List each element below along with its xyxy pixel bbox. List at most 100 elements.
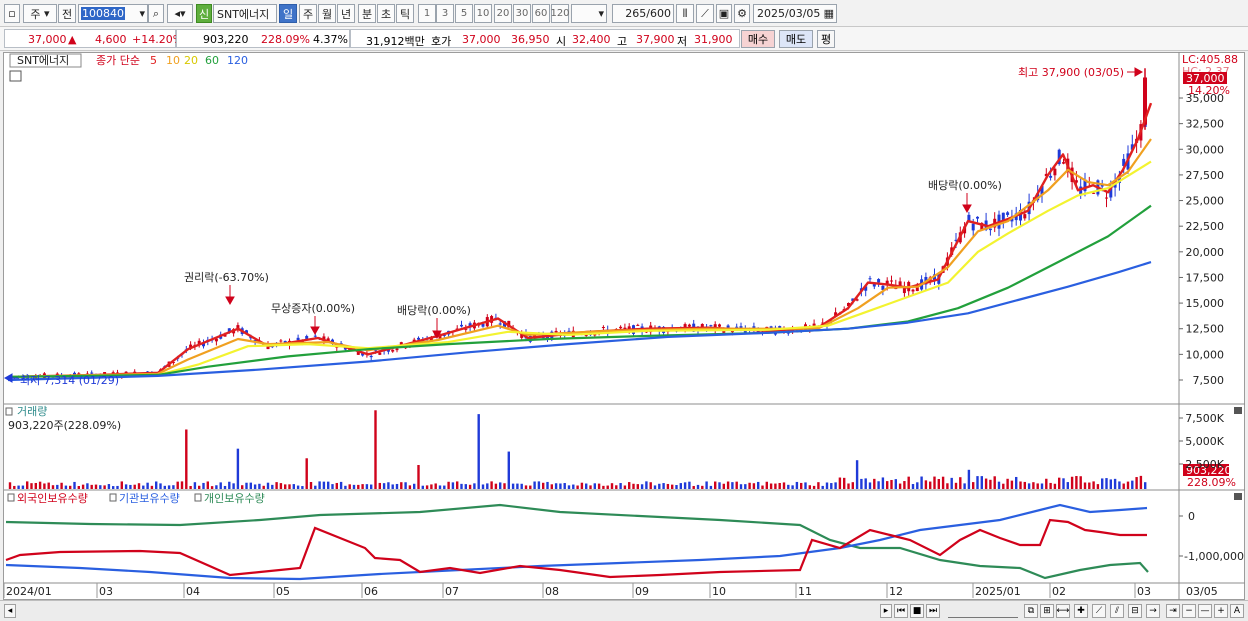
crosshair-icon[interactable]: ✚: [1074, 604, 1088, 618]
volume-tick-label: 7,500K: [1185, 412, 1224, 425]
volume-bar: [761, 485, 764, 489]
measure-icon[interactable]: ⫽: [1110, 604, 1124, 618]
candle-body: [313, 335, 317, 337]
volume-bar: [976, 476, 979, 489]
volume-bar: [296, 485, 300, 489]
volume-bar: [748, 482, 751, 489]
volume-bar: [795, 481, 799, 489]
legend-stock-name: SNT에너지: [17, 54, 69, 67]
volume-bar: [894, 479, 897, 489]
legend-marker-icon: [7, 493, 15, 502]
volume-bar: [159, 483, 162, 489]
zoom-slider[interactable]: [948, 604, 1018, 618]
volume-bar: [309, 481, 313, 489]
volume-bar: [223, 485, 227, 489]
volume-bar: [120, 481, 123, 489]
volume-bar: [606, 485, 609, 489]
volume-bar: [344, 485, 347, 489]
high-marker-label: 최고 37,900 (03/05): [1018, 66, 1124, 79]
volume-bar: [722, 483, 725, 489]
volume-bar: [232, 483, 235, 489]
volume-bar: [361, 484, 364, 489]
scroll-left-icon[interactable]: ◂: [4, 604, 16, 618]
volume-bar: [1109, 479, 1112, 489]
volume-bar: [404, 482, 407, 489]
volume-bar: [765, 481, 768, 489]
legend-periods: 5 10 20 60 120: [150, 54, 248, 67]
zoom-reset-icon[interactable]: —: [1198, 604, 1212, 618]
volume-bar: [972, 482, 975, 489]
volume-bar: [843, 477, 846, 489]
collapse-panel-icon[interactable]: [1234, 493, 1242, 500]
holding-axis: 0 -1,000,000: [1179, 510, 1244, 563]
candle-body: [395, 348, 399, 351]
trend-icon[interactable]: ⟋: [1092, 604, 1106, 618]
volume-bar: [215, 485, 218, 489]
volume-bar: [572, 484, 575, 489]
font-size-icon[interactable]: A: [1230, 604, 1244, 618]
expand-icon[interactable]: ⇥: [1166, 604, 1180, 618]
volume-bar: [602, 485, 605, 489]
volume-value-label: 903,220주(228.09%): [8, 419, 121, 432]
chart-canvas[interactable]: SNT에너지 종가 단순 5 10 20 60 120 최고 37,900 (03/05…: [0, 0, 1248, 621]
volume-bar: [563, 483, 566, 489]
candle-body: [709, 325, 713, 327]
volume-bar: [546, 481, 549, 489]
volume-bar: [124, 484, 128, 489]
volume-bar: [726, 481, 730, 489]
volume-bar: [112, 486, 115, 489]
candle-body: [1006, 212, 1010, 215]
volume-bar: [559, 483, 562, 489]
volume-bar: [34, 482, 37, 489]
volume-bar: [275, 482, 278, 489]
zoom-out-icon[interactable]: −: [1182, 604, 1196, 618]
volume-bar: [142, 485, 145, 489]
zoom-in-icon[interactable]: +: [1214, 604, 1228, 618]
volume-bar: [116, 485, 119, 489]
scroll-bar: ◂ ▸ ⏮ ■ ⏭ ⧉ ⊞ ⟷ ✚ ⟋ ⫽ ⊟ → ⇥ − — + A: [0, 600, 1248, 621]
table-icon[interactable]: [9, 70, 22, 82]
arrow-right-icon[interactable]: →: [1146, 604, 1160, 618]
volume-bar: [421, 485, 424, 489]
volume-bar: [524, 485, 528, 489]
candle-body: [971, 223, 975, 231]
volume-bar: [529, 485, 532, 489]
volume-bar: [911, 484, 915, 489]
volume-bar: [481, 484, 485, 489]
volume-bar: [567, 485, 571, 489]
volume-bar: [731, 482, 734, 489]
layout-icon[interactable]: ⊞: [1040, 604, 1054, 618]
volume-bar: [13, 485, 16, 489]
volume-bar: [1122, 483, 1125, 489]
event-label-4: 배당락(0.00%): [928, 179, 1002, 192]
volume-bar: [1101, 478, 1104, 489]
zoom-icon[interactable]: ⧉: [1024, 604, 1038, 618]
volume-bar: [847, 483, 850, 489]
volume-bar: [1045, 478, 1048, 489]
collapse-panel-icon[interactable]: [1234, 407, 1242, 414]
volume-bar: [305, 458, 308, 489]
price-tick-label: 22,500: [1186, 220, 1225, 233]
pan-icon[interactable]: ⟷: [1056, 604, 1070, 618]
volume-bar: [21, 485, 25, 489]
volume-bar: [649, 482, 652, 489]
volume-bar: [202, 482, 205, 489]
candle-body: [890, 280, 893, 282]
volume-bar: [679, 483, 682, 489]
volume-bar: [1002, 483, 1005, 489]
stop-icon[interactable]: ■: [910, 604, 924, 618]
volume-bar: [1092, 481, 1095, 489]
x-tick-label: 2024/01: [6, 585, 52, 598]
volume-bar: [107, 484, 111, 489]
event-label-3: 배당락(0.00%): [397, 304, 471, 317]
grid-icon[interactable]: ⊟: [1128, 604, 1142, 618]
volume-bar: [946, 483, 949, 489]
scroll-right-icon[interactable]: ▸: [880, 604, 892, 618]
forward-icon[interactable]: ⏭: [926, 604, 940, 618]
rewind-icon[interactable]: ⏮: [894, 604, 908, 618]
volume-bar: [8, 482, 12, 489]
volume-bar: [69, 485, 72, 489]
volume-bar: [163, 485, 166, 489]
volume-bar: [640, 484, 644, 489]
candle-body: [279, 340, 283, 342]
